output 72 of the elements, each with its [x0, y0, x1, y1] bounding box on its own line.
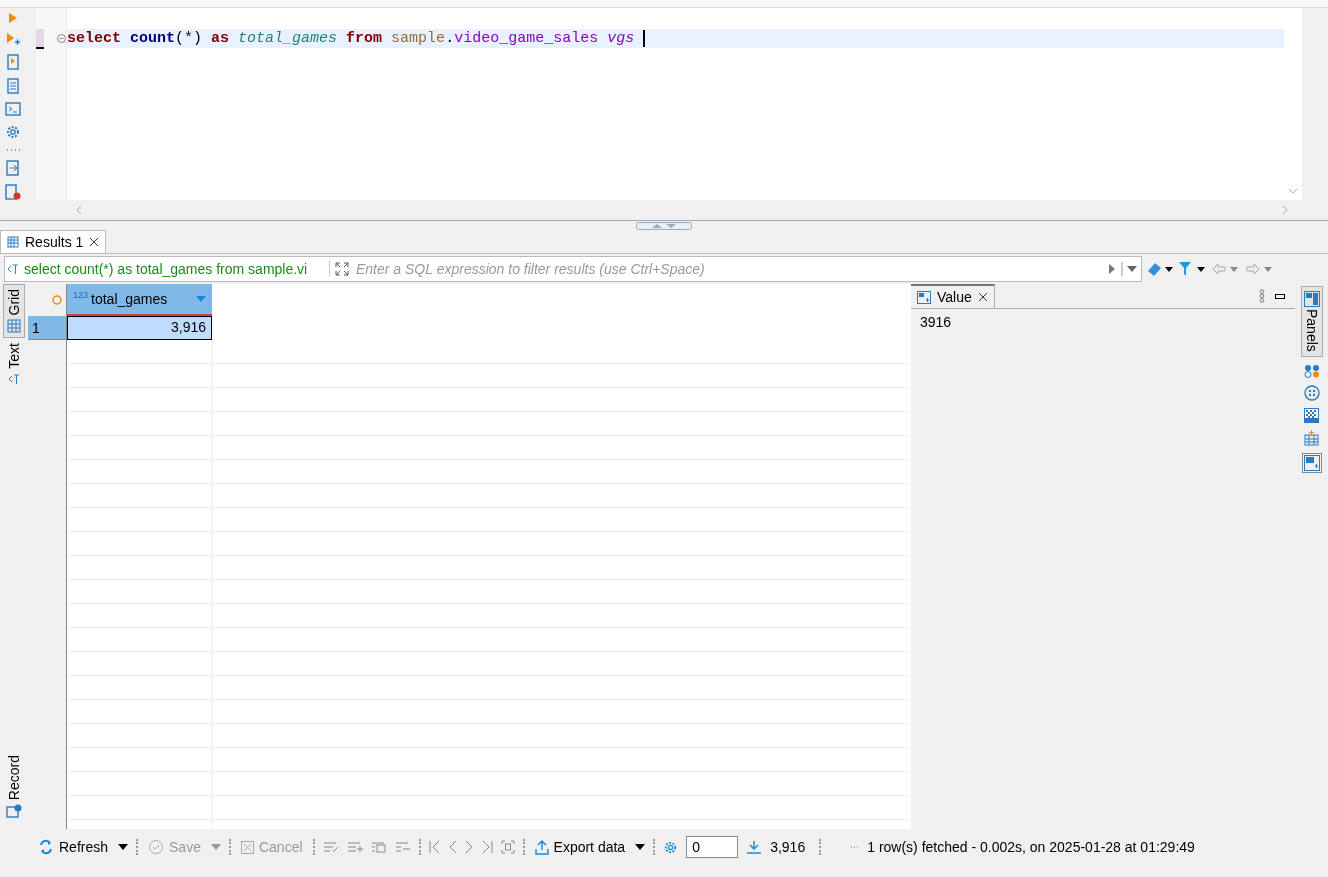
- fetch-page-icon[interactable]: [500, 840, 515, 854]
- run-filter-icon[interactable]: [1108, 263, 1116, 275]
- add-row-icon[interactable]: [346, 841, 363, 853]
- panel-layout-icon[interactable]: [1301, 452, 1322, 473]
- checker-icon[interactable]: [1304, 407, 1319, 423]
- row-status-icon: [52, 295, 62, 305]
- edit-row-icon[interactable]: [322, 841, 339, 853]
- close-icon[interactable]: [89, 237, 100, 247]
- settings-icon[interactable]: [5, 124, 21, 140]
- file-error-icon[interactable]: [5, 184, 21, 200]
- panels-icon: [1303, 291, 1320, 307]
- fetch-all-icon[interactable]: [746, 840, 763, 854]
- view-tab[interactable]: Grid: [3, 284, 25, 339]
- export-data-button[interactable]: Export data: [532, 839, 628, 855]
- delete-row-icon[interactable]: [394, 841, 411, 853]
- run-add-icon[interactable]: [6, 32, 20, 46]
- next-icon[interactable]: [464, 840, 473, 854]
- status-text: 1 row(s) fetched - 0.002s, on 2025-01-28 at 01:29:49: [867, 839, 1195, 855]
- value-text: 3916: [919, 313, 953, 332]
- previous-icon[interactable]: [448, 840, 457, 854]
- script-icon[interactable]: [6, 54, 20, 70]
- more-icon[interactable]: [1259, 289, 1265, 303]
- text-type-icon: [8, 373, 20, 386]
- filter-icon[interactable]: [1178, 261, 1208, 277]
- history-dropdown-icon[interactable]: [1121, 262, 1139, 276]
- expand-icon[interactable]: [335, 262, 349, 276]
- filter-input[interactable]: Enter a SQL expression to filter results (use Ctrl+Space): [354, 260, 1103, 278]
- settings-icon[interactable]: [663, 839, 679, 855]
- table-add-icon[interactable]: [1304, 429, 1319, 446]
- dropdown-arrow-icon[interactable]: [635, 844, 646, 850]
- terminal-icon[interactable]: [5, 102, 21, 116]
- run-icon[interactable]: [8, 12, 18, 24]
- record-icon: [6, 804, 22, 818]
- bookmark-marker: [36, 29, 44, 49]
- scroll-down-icon[interactable]: [1288, 188, 1298, 194]
- results-tab[interactable]: Results 1: [0, 230, 107, 253]
- panels-tab[interactable]: Panels: [1300, 286, 1323, 357]
- filter-field[interactable]: select count(*) as total_games from sample.vi Enter a SQL expression to filter results (use Ctrl+Space): [4, 256, 1142, 282]
- collapse-icon[interactable]: [57, 34, 66, 43]
- first-page-icon[interactable]: [428, 840, 441, 854]
- grid-icon: [7, 319, 21, 334]
- check-circle-icon: [148, 839, 165, 855]
- upload-icon: [534, 839, 549, 855]
- refresh-icon: [38, 839, 54, 855]
- text-type-icon: [7, 263, 19, 275]
- aggregate-icon[interactable]: [1303, 363, 1320, 378]
- minimize-icon[interactable]: [1275, 293, 1285, 299]
- last-page-icon[interactable]: [480, 840, 493, 854]
- table-icon: [7, 236, 19, 248]
- view-tab[interactable]: Record: [3, 749, 25, 823]
- splitter-handle-icon[interactable]: [636, 222, 692, 230]
- scroll-right-icon[interactable]: [1282, 205, 1288, 215]
- export-file-icon[interactable]: [6, 160, 20, 176]
- sort-arrow-icon[interactable]: [196, 296, 206, 302]
- refresh-button[interactable]: Refresh: [36, 839, 111, 855]
- close-icon[interactable]: [977, 292, 988, 302]
- row-number[interactable]: 1: [28, 316, 67, 340]
- circle-dots-icon[interactable]: [1303, 384, 1320, 401]
- view-tab[interactable]: Text: [3, 338, 25, 391]
- fetch-size-field[interactable]: 0: [686, 836, 739, 858]
- panel-icon: [917, 290, 931, 304]
- table-cell[interactable]: 3,916: [67, 316, 212, 340]
- scroll-left-icon[interactable]: [76, 205, 82, 215]
- column-header[interactable]: $^{123}$ total_games: [67, 284, 212, 316]
- document-icon[interactable]: [6, 78, 20, 94]
- dropdown-arrow-icon[interactable]: [118, 844, 129, 850]
- row-count-text: 3,916: [770, 839, 806, 855]
- value-tab[interactable]: Value: [911, 283, 995, 309]
- copy-row-icon[interactable]: [370, 841, 387, 853]
- cancel-icon: [240, 840, 254, 854]
- filter-query-text: select count(*) as total_games from sample.vi: [24, 261, 330, 277]
- eraser-icon[interactable]: [1146, 261, 1174, 277]
